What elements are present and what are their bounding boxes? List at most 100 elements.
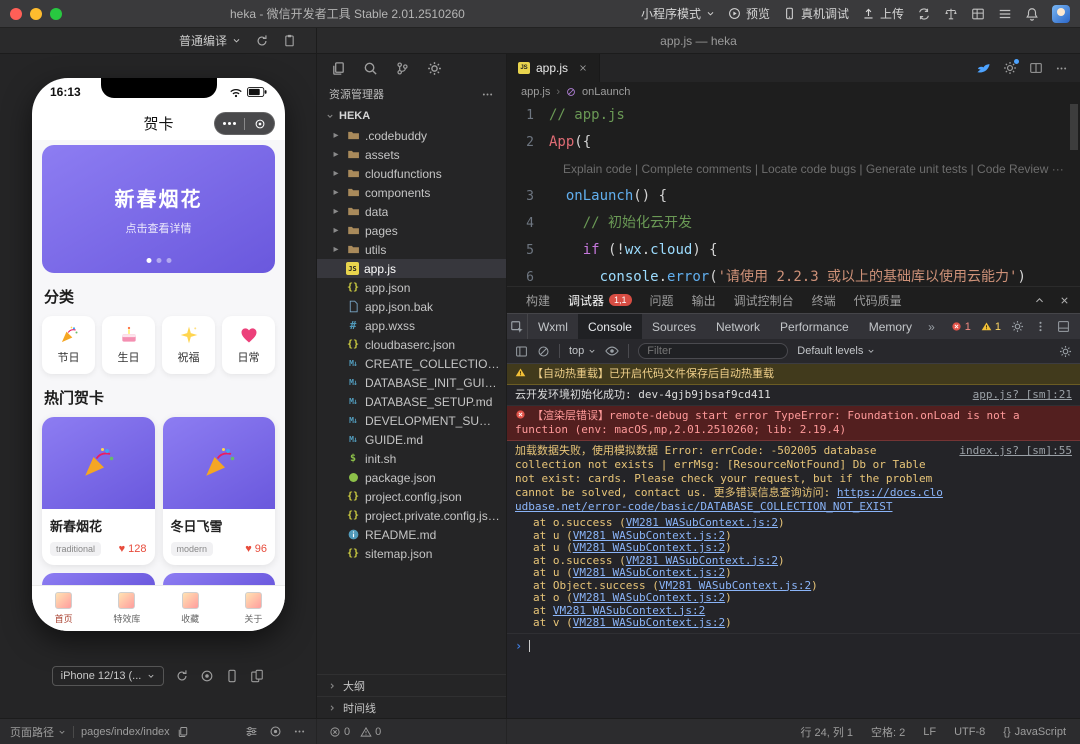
console-source-link[interactable]: app.js? [sm]:21 [973, 388, 1072, 402]
panel-tab-调试控制台[interactable]: 调试控制台 [725, 287, 803, 313]
tree-item-components[interactable]: ▸components [317, 183, 506, 202]
tree-item-data[interactable]: ▸data [317, 202, 506, 221]
tune-icon[interactable] [245, 725, 258, 738]
stack-frame-link[interactable]: VM281 WASubContext.js:2 [573, 566, 725, 579]
remote-debug-button[interactable]: 真机调试 [783, 5, 849, 22]
panel-tab-调试器[interactable]: 调试器1,1 [559, 287, 641, 313]
breadcrumb-file[interactable]: app.js [521, 86, 550, 98]
language-mode[interactable]: {} JavaScript [1003, 726, 1066, 738]
tree-item-cloudbaserc.json[interactable]: {}cloudbaserc.json [317, 335, 506, 354]
tabbar-item-特效库[interactable]: 特效库 [95, 586, 158, 631]
tree-item-README.md[interactable]: README.md [317, 525, 506, 544]
tree-item-app.wxss[interactable]: #app.wxss [317, 316, 506, 335]
multi-device-icon[interactable] [250, 669, 264, 683]
gear-icon[interactable] [1003, 61, 1017, 75]
gear-icon[interactable] [1011, 320, 1024, 333]
avatar[interactable] [1052, 5, 1070, 23]
tree-item-DATABASE_SETUP.md[interactable]: M↓DATABASE_SETUP.md [317, 392, 506, 411]
tree-item-app.json.bak[interactable]: app.json.bak [317, 297, 506, 316]
phone-frame-icon[interactable] [225, 669, 239, 683]
warning-count[interactable]: 1 [981, 321, 1001, 333]
bell-icon[interactable] [1025, 7, 1039, 21]
scrollbar-thumb[interactable] [1070, 104, 1078, 150]
console-source-link[interactable]: index.js? [sm]:55 [959, 444, 1072, 458]
upload-button[interactable]: 上传 [862, 5, 904, 22]
panel-tab-终端[interactable]: 终端 [803, 287, 845, 313]
console-sidebar-icon[interactable] [515, 345, 528, 358]
console-filter-input[interactable] [638, 343, 788, 359]
error-count[interactable]: 1 [951, 321, 971, 333]
log-level-selector[interactable]: Default levels [797, 345, 875, 357]
compile-mode-selector[interactable]: 普通编译 [179, 32, 241, 49]
tree-item-app.js[interactable]: JSapp.js [317, 259, 506, 278]
split-editor-icon[interactable] [1029, 61, 1043, 75]
tree-item-project.config.json[interactable]: {}project.config.json [317, 487, 506, 506]
menu-icon[interactable] [998, 7, 1012, 21]
clear-console-icon[interactable] [537, 345, 550, 358]
inspect-element-icon[interactable] [507, 314, 528, 339]
preview-button[interactable]: 预览 [728, 5, 770, 22]
tree-item-init.sh[interactable]: $init.sh [317, 449, 506, 468]
console-settings-icon[interactable] [1059, 345, 1072, 358]
statusbar-problems[interactable]: 0 0 [317, 719, 507, 744]
banner-carousel[interactable]: 新春烟花 点击查看详情 [42, 145, 275, 273]
stack-frame-link[interactable]: VM281 WASubContext.js:2 [573, 591, 725, 604]
fullscreen-window-button[interactable] [50, 8, 62, 20]
record-icon[interactable] [269, 725, 282, 738]
tree-item-sitemap.json[interactable]: {}sitemap.json [317, 544, 506, 563]
panel-tab-代码质量[interactable]: 代码质量 [845, 287, 911, 313]
category-card-节日[interactable]: 节日 [42, 316, 95, 374]
tree-item-app.json[interactable]: {}app.json [317, 278, 506, 297]
tree-item-GUIDE.md[interactable]: M↓GUIDE.md [317, 430, 506, 449]
stack-frame-link[interactable]: VM281 WASubContext.js:2 [626, 516, 778, 529]
eye-icon[interactable] [605, 344, 619, 358]
devtools-tab-Sources[interactable]: Sources [642, 314, 706, 339]
more-icon[interactable] [293, 725, 306, 738]
capsule-exit-icon[interactable] [245, 118, 274, 130]
balance-icon[interactable] [944, 7, 958, 21]
stack-frame-link[interactable]: VM281 WASubContext.js:2 [573, 541, 725, 554]
context-selector[interactable]: top [569, 345, 596, 357]
console-prompt[interactable]: › [507, 634, 1080, 658]
grid-icon[interactable] [971, 7, 985, 21]
stack-frame-link[interactable]: VM281 WASubContext.js:2 [573, 529, 725, 542]
indentation-setting[interactable]: 空格: 2 [871, 724, 905, 740]
search-icon[interactable] [363, 61, 378, 76]
rotate-icon[interactable] [175, 669, 189, 683]
tabbar-item-收藏[interactable]: 收藏 [159, 586, 222, 631]
tabbar-item-首页[interactable]: 首页 [32, 586, 95, 631]
more-icon[interactable] [481, 88, 494, 101]
timeline-section[interactable]: 时间线 [317, 696, 506, 718]
encoding-setting[interactable]: UTF-8 [954, 726, 985, 738]
copy-icon[interactable] [177, 726, 189, 738]
minimize-window-button[interactable] [30, 8, 42, 20]
tree-item-utils[interactable]: ▸utils [317, 240, 506, 259]
tree-root[interactable]: HEKA [317, 106, 506, 126]
kebab-icon[interactable] [1034, 320, 1047, 333]
devtools-tab-Performance[interactable]: Performance [770, 314, 859, 339]
more-icon[interactable] [1055, 62, 1068, 75]
tree-item-CREATE_COLLECTIONS_...[interactable]: M↓CREATE_COLLECTIONS_... [317, 354, 506, 373]
category-card-日常[interactable]: 日常 [222, 316, 275, 374]
tree-item-package.json[interactable]: package.json [317, 468, 506, 487]
drawer-icon[interactable] [1057, 320, 1070, 333]
panel-tab-输出[interactable]: 输出 [683, 287, 725, 313]
breadcrumb-symbol[interactable]: onLaunch [582, 86, 630, 98]
stack-frame-link[interactable]: VM281 WASubContext.js:2 [659, 579, 811, 592]
outline-section[interactable]: 大纲 [317, 674, 506, 696]
codebuddy-icon[interactable] [976, 61, 991, 76]
close-window-button[interactable] [10, 8, 22, 20]
tree-item-DATABASE_INIT_GUIDE...[interactable]: M↓DATABASE_INIT_GUIDE... [317, 373, 506, 392]
devtools-tab-Memory[interactable]: Memory [859, 314, 922, 339]
tab-app-js[interactable]: JS app.js [507, 54, 600, 82]
panel-tab-构建[interactable]: 构建 [517, 287, 559, 313]
stack-frame-link[interactable]: VM281 WASubContext.js:2 [573, 616, 725, 629]
code-editor[interactable]: 1// app.js2App({Explain code | Complete … [507, 102, 1080, 286]
git-branch-icon[interactable] [395, 61, 410, 76]
tabbar-item-关于[interactable]: 关于 [222, 586, 285, 631]
category-card-祝福[interactable]: 祝福 [162, 316, 215, 374]
tree-item-project.private.config.json[interactable]: {}project.private.config.json [317, 506, 506, 525]
page-path-selector[interactable]: 页面路径 [10, 724, 66, 740]
devtools-tab-Wxml[interactable]: Wxml [528, 314, 578, 339]
close-panel-icon[interactable] [1059, 295, 1070, 306]
